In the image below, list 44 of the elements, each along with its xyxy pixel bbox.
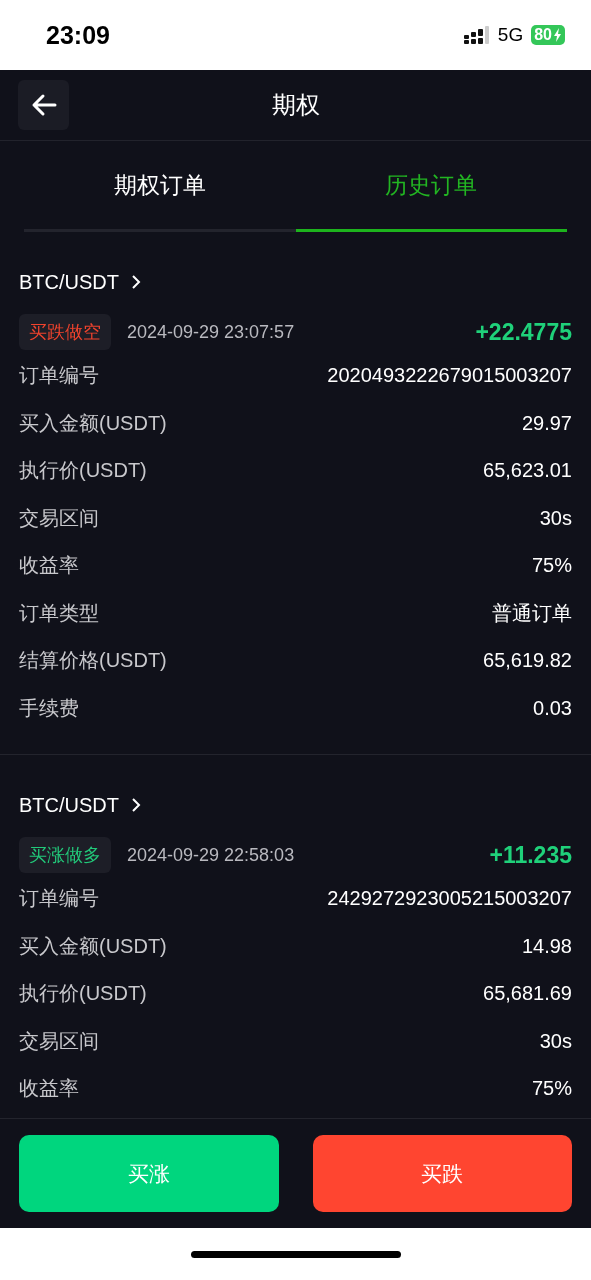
pair-link[interactable]: BTC/USDT [19,793,119,817]
order-time: 2024-09-29 23:07:57 [127,321,295,343]
profit-value: +11.235 [489,841,572,869]
battery-indicator: 80 [531,25,565,45]
field-value: 75% [531,554,572,578]
order-time: 2024-09-29 22:58:03 [127,844,295,866]
field-value: 0.03 [533,696,572,720]
field-value: 65,681.69 [483,982,572,1006]
field-value: 2020493222679015003207 [327,364,572,388]
field-label: 执行价(USDT) [19,458,147,484]
field-value: 30s [539,506,572,530]
field-value: 75% [531,1077,572,1101]
field-label: 手续费 [19,695,79,721]
field-label: 收益率 [19,553,79,579]
tab[interactable]: 历史订单 [295,141,567,232]
chevron-right-icon [131,797,141,813]
field-label: 交易区间 [19,505,99,531]
signal-icon [463,26,490,44]
field-value: 30s [539,1029,572,1053]
field-value: 14.98 [521,934,572,958]
field-value: 65,619.82 [483,649,572,673]
field-label: 订单编号 [19,886,99,912]
field-label: 订单类型 [19,600,99,626]
back-button[interactable] [18,80,69,130]
network-label: 5G [497,24,524,46]
chevron-right-icon [131,274,141,290]
field-label: 买入金额(USDT) [19,410,167,436]
field-value: 普通订单 [492,600,572,626]
profit-value: +22.4775 [475,318,572,346]
field-label: 交易区间 [19,1028,99,1054]
direction-tag: 买涨做多 [19,837,111,873]
field-value: 2429272923005215003207 [327,887,572,911]
pair-link[interactable]: BTC/USDT [19,270,119,294]
field-label: 收益率 [19,1076,79,1102]
field-value: 65,623.01 [483,459,572,483]
field-label: 结算价格(USDT) [19,648,167,674]
field-value: 29.97 [521,411,572,435]
direction-tag: 买跌做空 [19,314,111,350]
status-time: 23:09 [46,20,110,50]
field-label: 订单编号 [19,363,99,389]
page-title: 期权 [271,90,320,120]
field-label: 执行价(USDT) [19,981,147,1007]
field-label: 买入金额(USDT) [19,933,167,959]
tab[interactable]: 期权订单 [24,141,296,232]
